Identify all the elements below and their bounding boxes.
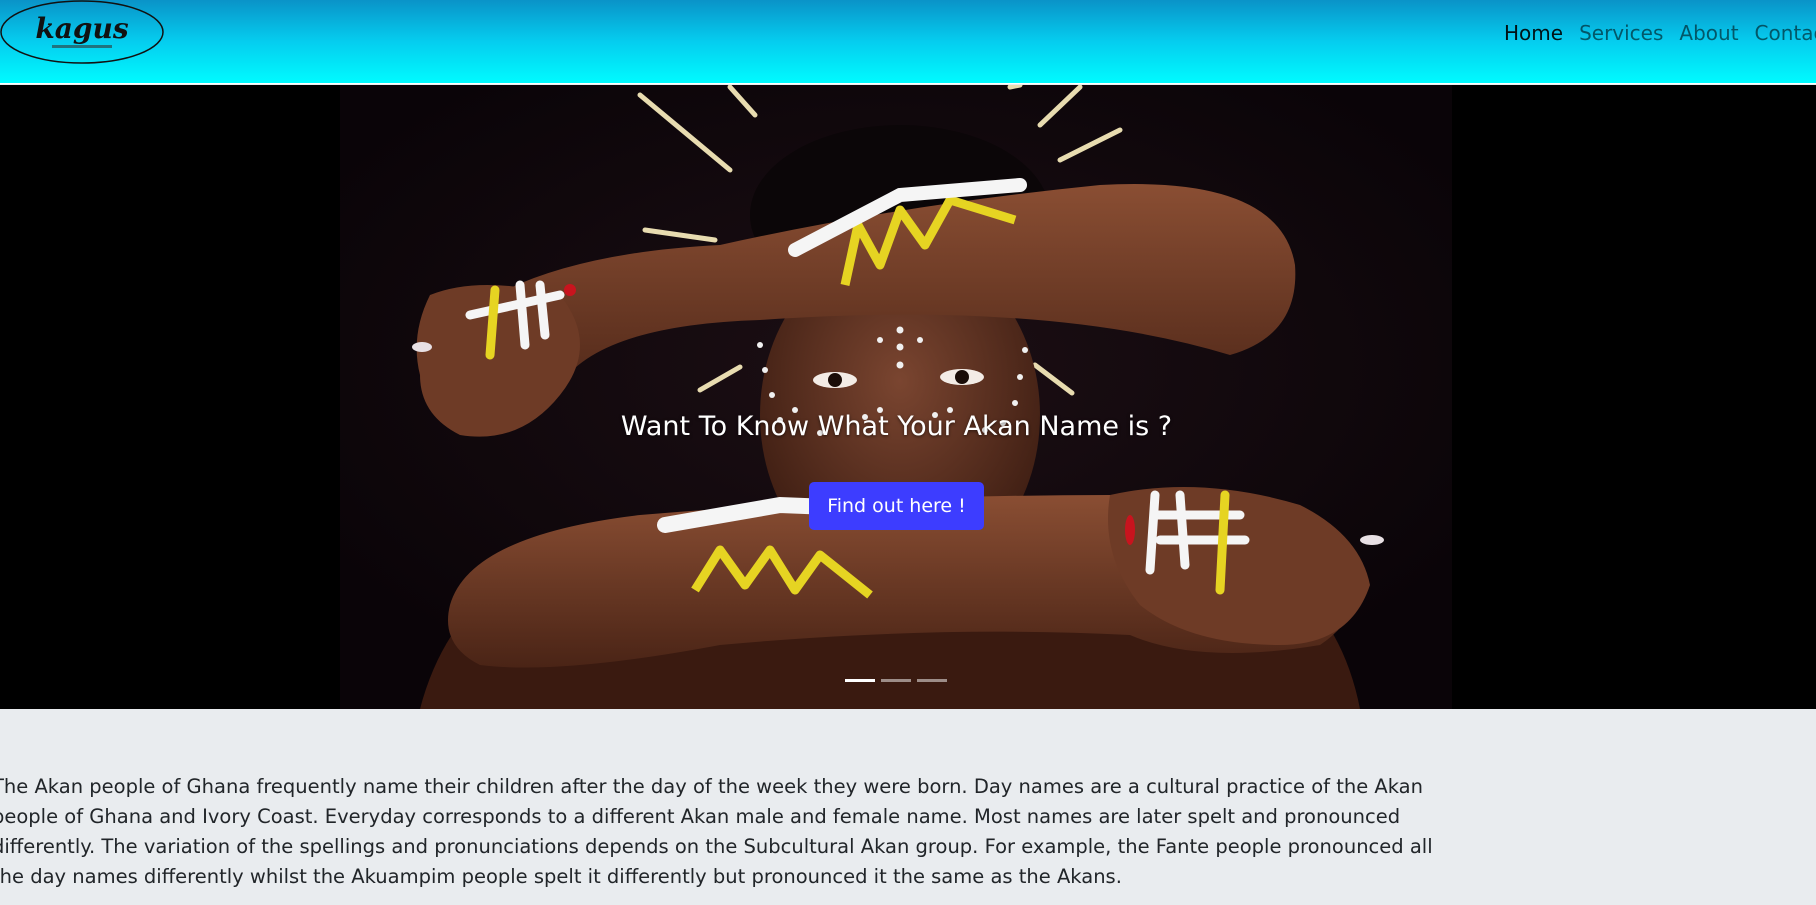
nav-about[interactable]: About [1679, 21, 1738, 45]
nav-services[interactable]: Services [1579, 21, 1663, 45]
hero-heading: Want To Know What Your Akan Name is ? [620, 411, 1173, 442]
hero-carousel: Want To Know What Your Akan Name is ? Fi… [0, 85, 1816, 709]
nav-contact[interactable]: Contact [1755, 21, 1816, 45]
carousel-indicator-1[interactable] [845, 679, 875, 682]
carousel-indicator-3[interactable] [917, 679, 947, 682]
hero-image [340, 85, 1452, 709]
logo-text: kagus [35, 12, 128, 45]
about-section: The Akan people of Ghana frequently name… [0, 772, 1462, 892]
carousel-indicator-2[interactable] [881, 679, 911, 682]
brand-logo[interactable]: kagus [0, 0, 166, 66]
find-out-button[interactable]: Find out here ! [809, 482, 984, 530]
nav-home[interactable]: Home [1504, 21, 1563, 45]
navbar: kagus Home Services About Contact [0, 0, 1816, 84]
main-nav: Home Services About Contact [1504, 18, 1816, 48]
about-text: The Akan people of Ghana frequently name… [0, 775, 1433, 888]
carousel-indicators [845, 679, 953, 682]
